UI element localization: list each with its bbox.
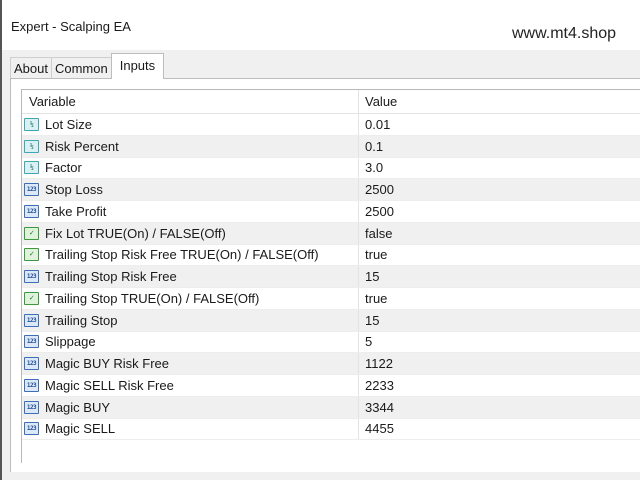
value-cell[interactable]: 3344	[359, 400, 640, 415]
value-cell[interactable]: 2500	[359, 182, 640, 197]
tab-about[interactable]: About	[10, 57, 52, 79]
value-cell[interactable]: 4455	[359, 421, 640, 436]
table-row[interactable]: 123 Stop Loss 2500	[22, 179, 640, 201]
value-cell[interactable]: 2233	[359, 378, 640, 393]
integer-icon: 123	[24, 335, 39, 349]
integer-icon: 123	[24, 313, 39, 327]
variable-name: Magic SELL	[45, 421, 116, 437]
table-body: ½ Lot Size 0.01 ½ Risk Percent 0.1 ½ Factor 3.0 1…	[22, 114, 640, 441]
column-header-variable[interactable]: Variable	[22, 90, 359, 113]
value-cell[interactable]: true	[359, 247, 640, 262]
value-cell[interactable]: false	[359, 226, 640, 241]
variable-cell: ✓ Fix Lot TRUE(On) / FALSE(Off)	[22, 222, 359, 244]
variable-cell: ½ Risk Percent	[22, 135, 359, 157]
variable-name: Trailing Stop	[45, 312, 118, 328]
integer-icon: 123	[24, 400, 39, 414]
variable-cell: 123 Slippage	[22, 331, 359, 353]
variable-cell: 123 Magic SELL	[22, 418, 359, 440]
integer-icon: 123	[24, 183, 39, 197]
variable-cell: 123 Stop Loss	[22, 179, 359, 200]
variable-name: Trailing Stop Risk Free	[45, 269, 177, 285]
integer-icon: 123	[24, 422, 39, 436]
table-row[interactable]: 123 Magic BUY 3344	[22, 396, 640, 419]
boolean-icon: ✓	[24, 248, 39, 262]
fraction-icon: ½	[24, 139, 39, 153]
window-title: Expert - Scalping EA	[11, 19, 131, 34]
variable-name: Trailing Stop TRUE(On) / FALSE(Off)	[45, 290, 260, 306]
fraction-icon: ½	[24, 161, 39, 175]
variable-name: Trailing Stop Risk Free TRUE(On) / FALSE…	[45, 247, 319, 263]
integer-icon: 123	[24, 204, 39, 218]
fraction-icon: ½	[24, 117, 39, 131]
table-row[interactable]: ✓ Trailing Stop TRUE(On) / FALSE(Off) true	[22, 288, 640, 310]
inputs-panel: Variable Value ½ Lot Size 0.01 ½ Risk Percen…	[10, 78, 640, 472]
table-row[interactable]: 123 Trailing Stop Risk Free 15	[22, 266, 640, 288]
integer-icon: 123	[24, 378, 39, 392]
table-row[interactable]: 123 Magic SELL 4455	[22, 418, 640, 441]
boolean-icon: ✓	[24, 291, 39, 305]
variable-name: Magic SELL Risk Free	[45, 377, 174, 393]
variable-cell: 123 Magic SELL Risk Free	[22, 375, 359, 396]
value-cell[interactable]: 1122	[359, 356, 640, 371]
variable-name: Slippage	[45, 334, 96, 350]
table-row[interactable]: 123 Trailing Stop 15	[22, 309, 640, 332]
value-cell[interactable]: 2500	[359, 204, 640, 219]
value-cell[interactable]: true	[359, 291, 640, 306]
variable-cell: ½ Factor	[22, 157, 359, 179]
tab-inputs[interactable]: Inputs	[110, 53, 165, 79]
boolean-icon: ✓	[24, 226, 39, 240]
tab-strip: About Common Inputs	[10, 53, 165, 79]
value-cell[interactable]: 15	[359, 269, 640, 284]
variable-name: Take Profit	[45, 203, 107, 219]
variable-cell: 123 Magic BUY Risk Free	[22, 353, 359, 374]
table-row[interactable]: ½ Lot Size 0.01	[22, 114, 640, 136]
value-cell[interactable]: 0.1	[359, 139, 640, 154]
table-row[interactable]: 123 Slippage 5	[22, 331, 640, 354]
tab-common[interactable]: Common	[50, 57, 112, 79]
variable-cell: ✓ Trailing Stop Risk Free TRUE(On) / FALS…	[22, 244, 359, 266]
table-row[interactable]: ½ Factor 3.0	[22, 157, 640, 180]
title-bar[interactable]: Expert - Scalping EA www.mt4.shop	[2, 0, 640, 50]
variable-name: Factor	[45, 160, 82, 176]
table-row[interactable]: 123 Magic SELL Risk Free 2233	[22, 375, 640, 397]
variable-name: Magic BUY	[45, 399, 111, 415]
table-row[interactable]: ✓ Trailing Stop Risk Free TRUE(On) / FALS…	[22, 244, 640, 267]
value-cell[interactable]: 3.0	[359, 160, 640, 175]
inputs-table: Variable Value ½ Lot Size 0.01 ½ Risk Percen…	[21, 89, 640, 463]
watermark-text: www.mt4.shop	[512, 25, 617, 42]
value-cell[interactable]: 0.01	[359, 117, 640, 132]
integer-icon: 123	[24, 270, 39, 284]
variable-name: Risk Percent	[45, 138, 119, 154]
variable-cell: 123 Trailing Stop	[22, 309, 359, 331]
window-left-edge	[0, 0, 2, 480]
variable-cell: 123 Magic BUY	[22, 396, 359, 418]
variable-name: Lot Size	[45, 116, 92, 132]
variable-cell: 123 Take Profit	[22, 201, 359, 222]
value-cell[interactable]: 5	[359, 334, 640, 349]
variable-name: Magic BUY Risk Free	[45, 356, 170, 372]
table-row[interactable]: 123 Take Profit 2500	[22, 201, 640, 223]
variable-cell: ½ Lot Size	[22, 114, 359, 135]
integer-icon: 123	[24, 357, 39, 371]
table-row[interactable]: ✓ Fix Lot TRUE(On) / FALSE(Off) false	[22, 222, 640, 245]
table-row[interactable]: ½ Risk Percent 0.1	[22, 135, 640, 158]
variable-name: Stop Loss	[45, 182, 103, 198]
expert-properties-window: Expert - Scalping EA www.mt4.shop About …	[0, 0, 640, 480]
variable-cell: ✓ Trailing Stop TRUE(On) / FALSE(Off)	[22, 288, 359, 309]
table-header: Variable Value	[22, 90, 640, 114]
table-row[interactable]: 123 Magic BUY Risk Free 1122	[22, 353, 640, 375]
variable-cell: 123 Trailing Stop Risk Free	[22, 266, 359, 287]
value-cell[interactable]: 15	[359, 313, 640, 328]
variable-name: Fix Lot TRUE(On) / FALSE(Off)	[45, 225, 226, 241]
column-header-value[interactable]: Value	[359, 90, 640, 113]
